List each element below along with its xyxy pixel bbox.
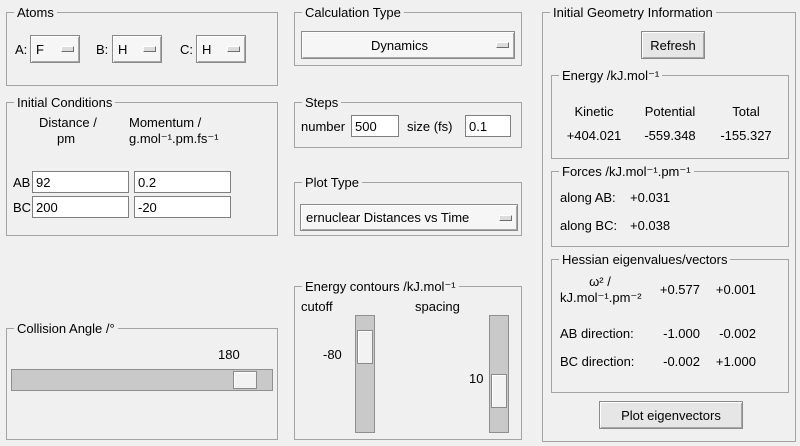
spacing-slider-thumb[interactable] (491, 374, 507, 408)
cutoff-slider-thumb[interactable] (357, 330, 373, 364)
ab-direction-value-2: -0.002 (719, 326, 756, 341)
atom-b-label: B: (96, 42, 109, 57)
plot-type-group: Plot Type ernuclear Distances vs Time (294, 175, 522, 236)
energy-value-total: -155.327 (720, 128, 772, 143)
refresh-button[interactable]: Refresh (641, 31, 705, 59)
atom-c-value: H (202, 41, 212, 57)
momentum-header-line1: Momentum / (129, 115, 202, 130)
dropdown-indicator-icon (143, 46, 156, 52)
force-ab-value: +0.031 (630, 190, 671, 205)
geometry-info-title: Initial Geometry Information (550, 5, 716, 20)
omega-value-1: +0.577 (659, 282, 700, 297)
ab-direction-value-1: -1.000 (663, 326, 700, 341)
force-bc-value: +0.038 (630, 218, 671, 233)
energy-header-kinetic: Kinetic (574, 104, 614, 119)
collision-angle-slider-thumb[interactable] (233, 371, 257, 389)
energy-header-potential: Potential (644, 104, 696, 119)
atoms-group-title: Atoms (14, 5, 57, 20)
calculation-type-title: Calculation Type (302, 5, 404, 20)
atom-c-label: C: (180, 42, 193, 57)
collision-angle-group: Collision Angle /° 180 (6, 321, 278, 440)
cutoff-label: cutoff (301, 299, 333, 314)
bc-direction-value-1: -0.002 (663, 354, 700, 369)
spacing-slider[interactable] (489, 315, 509, 433)
steps-number-input[interactable] (351, 115, 399, 137)
initial-conditions-title: Initial Conditions (14, 95, 116, 110)
bc-direction-value-2: +1.000 (715, 354, 756, 369)
dropdown-indicator-icon (496, 42, 509, 48)
omega-label-line1: ω² / (589, 274, 611, 289)
steps-number-label: number (301, 119, 346, 134)
plot-type-title: Plot Type (302, 175, 362, 190)
steps-title: Steps (302, 95, 342, 110)
hessian-subgroup: Hessian eigenvalues/vectors ω² / kJ.mol⁻… (551, 252, 789, 393)
row-bc-label: BC (13, 200, 32, 215)
force-bc-label: along BC: (560, 218, 618, 233)
collision-angle-title: Collision Angle /° (14, 321, 118, 336)
collision-angle-value: 180 (218, 347, 240, 362)
atom-a-value: F (36, 41, 44, 57)
forces-subgroup-title: Forces /kJ.mol⁻¹.pm⁻¹ (559, 164, 694, 179)
forces-subgroup: Forces /kJ.mol⁻¹.pm⁻¹ along AB: +0.031 a… (551, 164, 789, 247)
bc-distance-input[interactable] (32, 196, 129, 218)
energy-subgroup-title: Energy /kJ.mol⁻¹ (559, 68, 663, 83)
dropdown-indicator-icon (61, 46, 74, 52)
energy-headers-row: Kinetic Potential Total (556, 104, 784, 119)
ab-distance-input[interactable] (32, 171, 129, 193)
dropdown-indicator-icon (499, 214, 512, 221)
ab-momentum-input[interactable] (134, 171, 231, 193)
plot-type-value: ernuclear Distances vs Time (306, 210, 470, 225)
initial-conditions-group: Initial Conditions Distance / pm Momentu… (6, 95, 278, 236)
energy-value-potential: -559.348 (644, 128, 696, 143)
spacing-label: spacing (415, 299, 460, 314)
energy-subgroup: Energy /kJ.mol⁻¹ Kinetic Potential Total… (551, 68, 789, 159)
steps-size-label: size (fs) (407, 119, 453, 134)
ab-direction-label: AB direction: (560, 326, 634, 341)
atom-b-dropdown[interactable]: H (112, 35, 162, 63)
app-window: { "atoms": { "title": "Atoms", "a_label"… (0, 0, 800, 446)
cutoff-value: -80 (323, 347, 342, 362)
omega-label-line2: kJ.mol⁻¹.pm⁻² (560, 290, 642, 305)
energy-header-total: Total (732, 104, 760, 119)
energy-contours-title: Energy contours /kJ.mol⁻¹ (302, 279, 459, 294)
row-ab-label: AB (13, 175, 31, 190)
calculation-type-dropdown[interactable]: Dynamics (301, 31, 515, 59)
geometry-info-group: Initial Geometry Information Refresh Ene… (542, 5, 796, 442)
bc-momentum-input[interactable] (134, 196, 231, 218)
calculation-type-value: Dynamics (370, 37, 429, 53)
cutoff-slider[interactable] (355, 315, 375, 433)
plot-eigenvectors-button[interactable]: Plot eigenvectors (599, 401, 743, 429)
distance-header-line2: pm (57, 131, 76, 146)
atom-c-dropdown[interactable]: H (196, 35, 246, 63)
steps-group: Steps number size (fs) (294, 95, 522, 148)
distance-header-line1: Distance / (39, 115, 97, 130)
atoms-group: Atoms A: F B: H C: H (6, 5, 278, 86)
energy-value-kinetic: +404.021 (566, 128, 622, 143)
omega-value-2: +0.001 (715, 282, 756, 297)
force-ab-label: along AB: (560, 190, 616, 205)
atom-a-dropdown[interactable]: F (30, 35, 80, 63)
bc-direction-label: BC direction: (560, 354, 635, 369)
atom-b-value: H (118, 41, 128, 57)
energy-values-row: +404.021 -559.348 -155.327 (556, 128, 784, 143)
collision-angle-slider[interactable] (11, 369, 273, 391)
energy-contours-group: Energy contours /kJ.mol⁻¹ cutoff spacing… (294, 279, 522, 440)
steps-size-input[interactable] (465, 115, 511, 137)
atom-a-label: A: (15, 42, 28, 57)
hessian-subgroup-title: Hessian eigenvalues/vectors (559, 252, 731, 267)
spacing-value: 10 (469, 371, 484, 386)
dropdown-indicator-icon (227, 46, 240, 52)
plot-type-dropdown[interactable]: ernuclear Distances vs Time (300, 204, 518, 231)
calculation-type-group: Calculation Type Dynamics (294, 5, 522, 66)
momentum-header-line2: g.mol⁻¹.pm.fs⁻¹ (129, 131, 219, 146)
